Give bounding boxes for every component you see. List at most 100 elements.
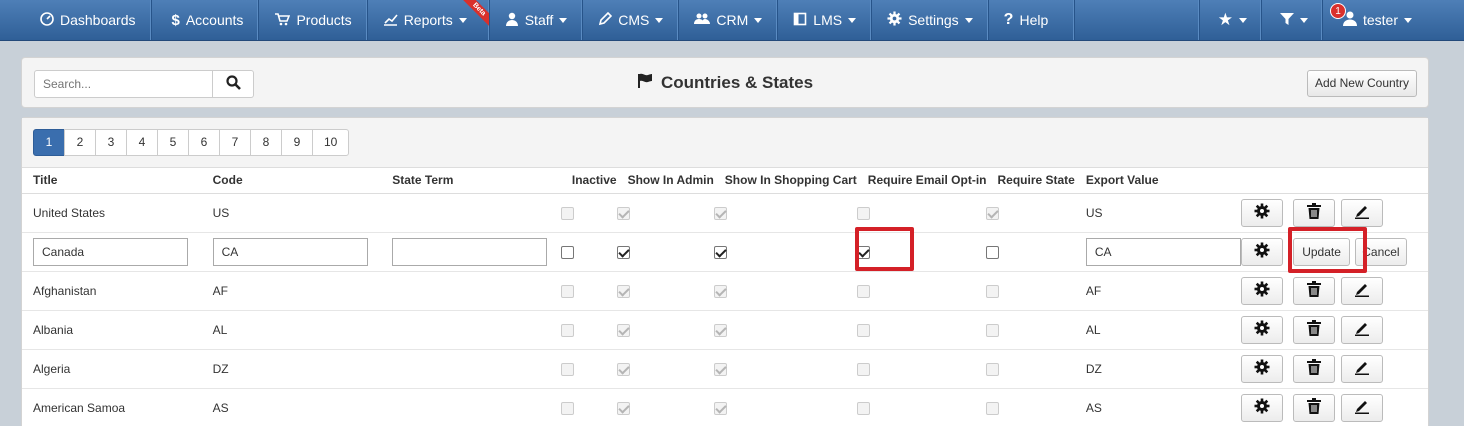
update-button[interactable]: Update	[1293, 237, 1350, 266]
gear-icon	[1254, 281, 1270, 300]
show-in-cart-cell	[713, 232, 857, 272]
page-button-4[interactable]: 4	[126, 129, 158, 156]
state-term-cell	[381, 193, 561, 233]
settings-button[interactable]	[1240, 354, 1283, 383]
table-header-row: Title Code State Term Inactive Show In A…	[22, 168, 1428, 194]
nav-settings[interactable]: Settings	[872, 0, 989, 40]
email-optin-checkbox[interactable]	[856, 245, 870, 259]
state-term-cell	[381, 388, 561, 426]
nav-label: Products	[296, 12, 352, 28]
nav-help[interactable]: ? Help	[989, 0, 1076, 40]
page-button-10[interactable]: 10	[312, 129, 350, 156]
add-new-country-button[interactable]: Add New Country	[1306, 70, 1417, 97]
export-value-input[interactable]	[1085, 237, 1241, 266]
user-menu[interactable]: 1 tester	[1323, 0, 1464, 40]
settings-button[interactable]	[1240, 393, 1283, 422]
email-optin-checkbox	[856, 401, 870, 415]
column-header-state-term[interactable]: State Term	[381, 168, 561, 194]
nav-accounts[interactable]: $ Accounts	[152, 0, 260, 40]
column-header-actions	[1240, 168, 1428, 194]
require-state-checkbox[interactable]	[986, 245, 1000, 259]
show-in-cart-checkbox	[713, 206, 727, 220]
dashboard-icon	[40, 11, 54, 29]
page-button-8[interactable]: 8	[250, 129, 282, 156]
inactive-cell	[560, 271, 617, 311]
inactive-checkbox	[560, 284, 574, 298]
require-state-cell	[986, 349, 1075, 389]
column-header-email-optin[interactable]: Require Email Opt-in	[856, 168, 987, 194]
nav-lms[interactable]: LMS	[778, 0, 873, 40]
column-header-title[interactable]: Title	[22, 168, 202, 194]
edit-button[interactable]	[1340, 354, 1383, 383]
column-header-show-in-admin[interactable]: Show In Admin	[616, 168, 714, 194]
table-row: American Samoa AS AS	[22, 388, 1428, 426]
settings-button[interactable]	[1240, 237, 1283, 266]
chevron-down-icon	[1238, 17, 1247, 23]
page-header: Countries & States Add New Country	[21, 57, 1429, 108]
delete-button[interactable]	[1293, 354, 1336, 383]
title-input[interactable]	[33, 237, 188, 266]
delete-button[interactable]	[1293, 393, 1336, 422]
show-in-cart-checkbox[interactable]	[713, 245, 727, 259]
show-in-admin-checkbox[interactable]	[616, 245, 630, 259]
nav-products[interactable]: Products	[259, 0, 368, 40]
nav-reports[interactable]: Reports Beta	[368, 0, 490, 40]
favorites-menu[interactable]: ★	[1200, 0, 1262, 40]
pencil-icon	[1354, 320, 1370, 339]
edit-button[interactable]	[1340, 315, 1383, 344]
email-optin-checkbox	[856, 206, 870, 220]
table-row: United States US US	[22, 193, 1428, 233]
column-header-export-value[interactable]: Export Value	[1074, 168, 1241, 194]
column-header-code[interactable]: Code	[201, 168, 382, 194]
column-header-require-state[interactable]: Require State	[986, 168, 1075, 194]
nav-label: Help	[1019, 12, 1049, 28]
page-button-6[interactable]: 6	[188, 129, 220, 156]
title-cell: Algeria	[22, 349, 202, 389]
page-button-7[interactable]: 7	[219, 129, 251, 156]
inactive-checkbox	[560, 323, 574, 337]
actions-cell	[1240, 271, 1428, 311]
email-optin-cell	[856, 193, 987, 233]
show-in-cart-cell	[713, 271, 857, 311]
book-icon	[793, 12, 807, 29]
nav-dashboards[interactable]: Dashboards	[0, 0, 152, 40]
edit-button[interactable]	[1340, 276, 1383, 305]
delete-button[interactable]	[1293, 198, 1336, 227]
cancel-button[interactable]: Cancel	[1355, 237, 1407, 266]
page-button-3[interactable]: 3	[95, 129, 127, 156]
nav-staff[interactable]: Staff	[490, 0, 584, 40]
filter-menu[interactable]	[1262, 0, 1323, 40]
column-header-show-in-cart[interactable]: Show In Shopping Cart	[713, 168, 857, 194]
show-in-cart-cell	[713, 388, 857, 426]
actions-cell: Update Cancel	[1240, 232, 1428, 272]
settings-button[interactable]	[1240, 198, 1283, 227]
page-button-5[interactable]: 5	[157, 129, 189, 156]
show-in-cart-cell	[713, 193, 857, 233]
code-cell: AS	[201, 388, 382, 426]
page-button-1[interactable]: 1	[33, 129, 65, 156]
state-term-input[interactable]	[392, 237, 548, 266]
code-input[interactable]	[212, 237, 368, 266]
nav-crm[interactable]: CRM	[679, 0, 779, 40]
page-button-2[interactable]: 2	[64, 129, 96, 156]
state-term-cell	[381, 310, 561, 350]
inactive-checkbox[interactable]	[560, 245, 574, 259]
chevron-down-icon	[848, 17, 857, 23]
require-state-cell	[986, 388, 1075, 426]
edit-button[interactable]	[1340, 198, 1383, 227]
nav-label: Dashboards	[60, 12, 136, 28]
show-in-cart-cell	[713, 349, 857, 389]
column-header-inactive[interactable]: Inactive	[560, 168, 617, 194]
question-icon: ?	[1003, 11, 1014, 28]
page-button-9[interactable]: 9	[281, 129, 313, 156]
nav-cms[interactable]: CMS	[583, 0, 680, 40]
require-state-cell	[986, 193, 1075, 233]
settings-button[interactable]	[1240, 315, 1283, 344]
top-navigation-bar: Dashboards $ Accounts Products Reports Be…	[0, 0, 1464, 41]
delete-button[interactable]	[1293, 315, 1336, 344]
delete-button[interactable]	[1293, 276, 1336, 305]
settings-button[interactable]	[1240, 276, 1283, 305]
export-cell: AF	[1074, 271, 1241, 311]
actions-cell	[1240, 310, 1428, 350]
edit-button[interactable]	[1340, 393, 1383, 422]
